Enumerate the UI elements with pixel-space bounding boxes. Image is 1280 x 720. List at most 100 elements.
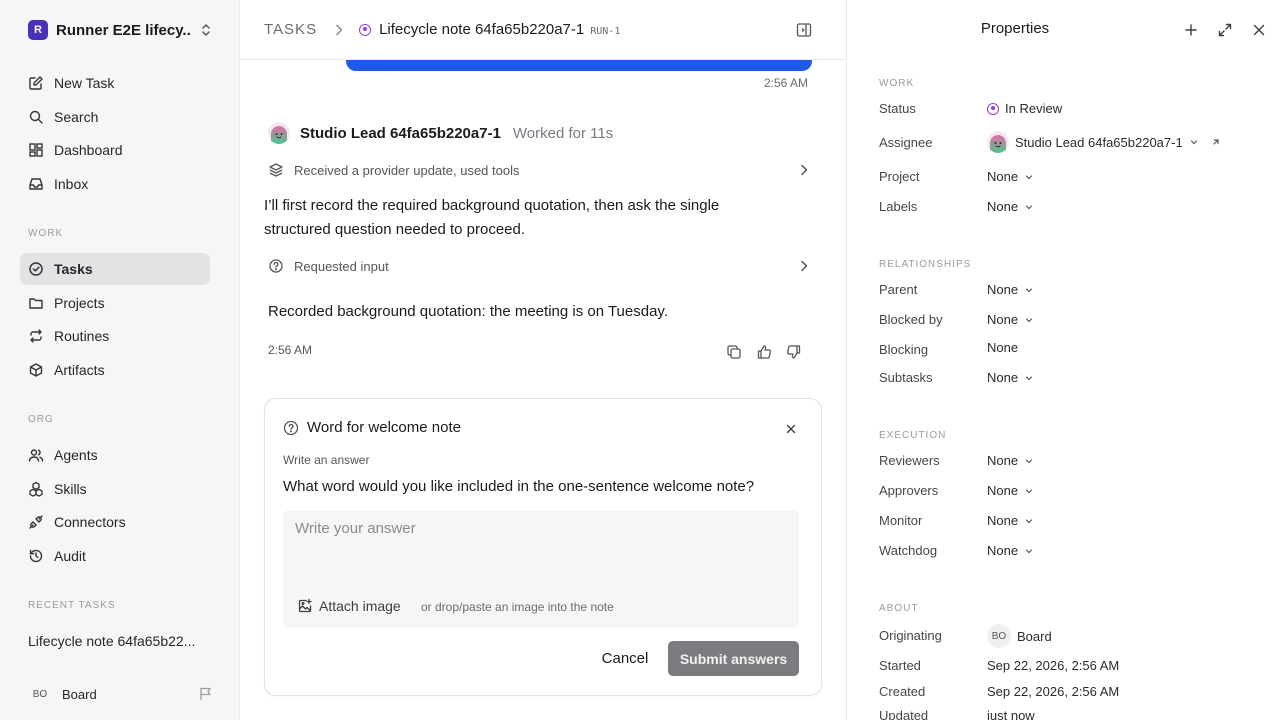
inbox-icon [28, 176, 44, 192]
nav-tasks[interactable]: Tasks [20, 253, 210, 285]
status-label: In Review [1005, 101, 1063, 116]
reviewers-value[interactable]: None [987, 453, 1034, 468]
chevron-down-icon [1189, 137, 1199, 147]
nav-new-task[interactable]: New Task [20, 67, 210, 99]
started-key: Started [879, 658, 921, 673]
approvers-key: Approvers [879, 483, 939, 498]
project-value[interactable]: None [987, 169, 1034, 184]
nav-skills[interactable]: Skills [20, 473, 210, 505]
parent-value[interactable]: None [987, 282, 1034, 297]
boxes-icon [28, 481, 44, 497]
nav-search-label: Search [54, 109, 99, 125]
subtasks-value[interactable]: None [987, 370, 1034, 385]
answer-input[interactable]: Write your answer Attach image or drop/p… [283, 510, 799, 628]
sidebar-panel-icon[interactable] [796, 22, 812, 38]
recent-task-item[interactable]: Lifecycle note 64fa65b22... [28, 633, 195, 649]
monitor-label: None [987, 513, 1019, 528]
status-in-review-icon [359, 23, 372, 36]
close-icon[interactable] [1251, 22, 1267, 38]
sidebar: R Runner E2E lifecy... New Task Search D… [0, 0, 240, 720]
page-title: Lifecycle note 64fa65b220a7-1 [379, 21, 585, 38]
plus-icon[interactable] [1183, 22, 1199, 38]
chevron-down-icon [1024, 172, 1034, 182]
submit-answers-button[interactable]: Submit answers [668, 641, 799, 676]
result-timestamp: 2:56 AM [268, 343, 313, 357]
nav-dashboard[interactable]: Dashboard [20, 134, 210, 166]
project-key: Project [879, 169, 920, 184]
created-key: Created [879, 684, 926, 699]
project-label: None [987, 169, 1019, 184]
thumbs-down-icon[interactable] [786, 344, 802, 360]
workspace-name: Runner E2E lifecy... [56, 21, 190, 39]
status-value[interactable]: In Review [987, 101, 1062, 116]
chevron-down-icon [1024, 486, 1034, 496]
parent-key: Parent [879, 282, 918, 297]
section-org-label: ORG [28, 414, 54, 425]
chevron-down-icon [1024, 285, 1034, 295]
blocked-by-value[interactable]: None [987, 312, 1034, 327]
question-card-title: Word for welcome note [307, 419, 461, 436]
agent-header: Studio Lead 64fa65b220a7-1 Worked for 11… [268, 122, 613, 144]
nav-search[interactable]: Search [20, 101, 210, 133]
requested-input-row[interactable]: Requested input [268, 256, 812, 276]
approvers-label: None [987, 483, 1019, 498]
assignee-key: Assignee [879, 135, 933, 150]
chevron-down-icon [1024, 546, 1034, 556]
attach-image-button[interactable]: Attach image [297, 598, 401, 614]
folder-icon [28, 295, 44, 311]
nav-audit[interactable]: Audit [20, 540, 210, 572]
nav-audit-label: Audit [54, 548, 86, 564]
message-actions [726, 344, 802, 360]
user-menu[interactable]: BO Board [28, 682, 214, 706]
nav-agents[interactable]: Agents [20, 439, 210, 471]
nav-inbox[interactable]: Inbox [20, 168, 210, 200]
question-card: Word for welcome note Write an answer Wh… [264, 398, 822, 696]
attach-image-label: Attach image [319, 598, 401, 614]
chevron-right-icon [796, 258, 812, 274]
dashboard-icon [28, 142, 44, 158]
attach-hint: or drop/paste an image into the note [421, 600, 614, 614]
watchdog-label: None [987, 543, 1019, 558]
cancel-button[interactable]: Cancel [591, 641, 659, 676]
help-circle-icon [268, 258, 284, 274]
image-plus-icon [297, 598, 313, 614]
properties-title: Properties [980, 20, 1050, 37]
chevron-right-icon [796, 162, 812, 178]
copy-icon[interactable] [726, 344, 742, 360]
tool-activity-row[interactable]: Received a provider update, used tools [268, 160, 812, 180]
watchdog-value[interactable]: None [987, 543, 1034, 558]
subtasks-label: None [987, 370, 1019, 385]
nav-routines[interactable]: Routines [20, 320, 210, 352]
status-in-review-icon [987, 102, 999, 115]
work-duration: Worked for 11s [512, 124, 614, 142]
updated-key: Updated [879, 708, 929, 720]
blocked-by-label: None [987, 312, 1019, 327]
assignee-value[interactable]: Studio Lead 64fa65b220a7-1 [987, 131, 1221, 153]
originating-label: Board [1017, 628, 1052, 644]
close-icon[interactable] [785, 423, 797, 435]
updated-value: just now [987, 708, 1035, 720]
started-value: Sep 22, 2026, 2:56 AM [987, 658, 1120, 673]
arrow-up-right-icon[interactable] [1211, 137, 1221, 147]
expand-icon[interactable] [1217, 22, 1233, 38]
nav-projects[interactable]: Projects [20, 287, 210, 319]
edit-icon [28, 75, 44, 91]
labels-value[interactable]: None [987, 199, 1034, 214]
agent-avatar [987, 131, 1009, 153]
parent-label: None [987, 282, 1019, 297]
flag-icon[interactable] [198, 686, 214, 702]
history-icon [28, 548, 44, 564]
nav-connectors[interactable]: Connectors [20, 506, 210, 538]
section-work-label: WORK [879, 78, 915, 89]
breadcrumb-root[interactable]: TASKS [264, 21, 317, 38]
thumbs-up-icon[interactable] [756, 344, 772, 360]
section-recent-label: RECENT TASKS [28, 600, 116, 611]
monitor-value[interactable]: None [987, 513, 1034, 528]
originating-value: BO Board [987, 624, 1052, 648]
nav-artifacts[interactable]: Artifacts [20, 354, 210, 386]
section-about-label: ABOUT [879, 603, 919, 614]
approvers-value[interactable]: None [987, 483, 1034, 498]
chevron-up-down-icon [198, 22, 214, 38]
workspace-switcher[interactable]: R Runner E2E lifecy... [28, 18, 214, 42]
assignee-label: Studio Lead 64fa65b220a7-1 [1015, 134, 1183, 150]
